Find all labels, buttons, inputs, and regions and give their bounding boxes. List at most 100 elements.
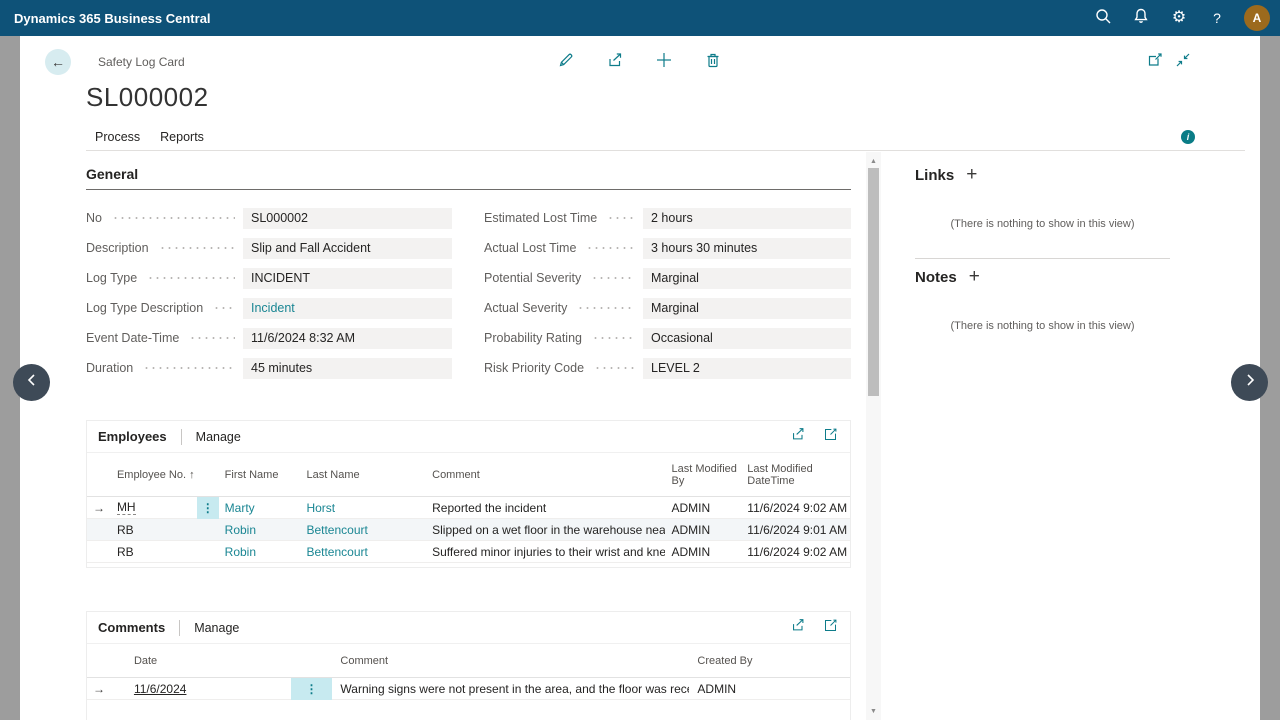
row-menu-button[interactable]: ⋮ [291, 678, 333, 700]
field-label: Estimated Lost Time [484, 211, 597, 225]
tab-process[interactable]: Process [95, 130, 140, 144]
employees-table-header: Employee No. ↑ First Name Last Name Comm… [87, 453, 850, 497]
search-icon [1094, 7, 1112, 30]
share-icon [790, 617, 806, 638]
field-value-actual-severity[interactable]: Marginal [643, 298, 851, 319]
column-first-name[interactable]: First Name [219, 469, 301, 481]
previous-record-button[interactable] [13, 364, 50, 401]
trash-icon [704, 51, 722, 74]
divider [181, 429, 182, 445]
comments-part-title[interactable]: Comments [87, 620, 165, 635]
comments-part-header: Comments Manage [87, 612, 850, 644]
search-button[interactable] [1084, 0, 1122, 36]
field-event-date-time: Event Date-Time 11/6/2024 8:32 AM [86, 327, 452, 349]
notes-title: Notes [915, 269, 957, 286]
first-name-cell[interactable]: Marty [219, 501, 301, 515]
field-value-log-type[interactable]: INCIDENT [243, 268, 452, 289]
new-button[interactable] [654, 52, 674, 72]
comment-row-selected[interactable]: → 11/6/2024 ⋮ Warning signs were not pre… [87, 678, 850, 700]
user-avatar[interactable]: A [1244, 5, 1270, 31]
field-value-no[interactable]: SL000002 [243, 208, 452, 229]
topbar-actions: ⚙ ? A [1084, 0, 1280, 36]
next-record-button[interactable] [1231, 364, 1268, 401]
employees-part: Employees Manage Employee No. ↑ [86, 420, 851, 568]
column-last-name[interactable]: Last Name [300, 469, 426, 481]
tab-reports[interactable]: Reports [160, 130, 204, 144]
comment-cell[interactable]: Reported the incident [426, 501, 665, 515]
edit-button[interactable] [556, 52, 576, 72]
field-value-potential-severity[interactable]: Marginal [643, 268, 851, 289]
settings-button[interactable]: ⚙ [1160, 0, 1198, 36]
employees-part-title[interactable]: Employees [87, 429, 167, 444]
comment-cell[interactable]: Suffered minor injuries to their wrist a… [426, 545, 665, 559]
add-link-button[interactable]: + [966, 166, 977, 184]
comments-manage-menu[interactable]: Manage [194, 621, 239, 635]
comments-openpart-button[interactable] [822, 620, 838, 636]
field-value-probability-rating[interactable]: Occasional [643, 328, 851, 349]
row-menu-button[interactable]: ⋮ [197, 497, 219, 519]
collapse-arrows-icon [1174, 51, 1192, 74]
field-value-estimated-lost-time[interactable]: 2 hours [643, 208, 851, 229]
notes-empty-message: (There is nothing to show in this view) [915, 320, 1170, 332]
field-label: No [86, 211, 102, 225]
employees-share-button[interactable] [790, 429, 806, 445]
employees-manage-menu[interactable]: Manage [196, 430, 241, 444]
field-label: Probability Rating [484, 331, 582, 345]
first-name-cell[interactable]: Robin [219, 523, 301, 537]
plus-icon [655, 51, 673, 74]
field-value-duration[interactable]: 45 minutes [243, 358, 452, 379]
chevron-right-icon [1241, 371, 1259, 394]
scroll-up-arrow-icon[interactable]: ▲ [866, 154, 881, 168]
last-name-cell[interactable]: Bettencourt [300, 523, 426, 537]
column-comment[interactable]: Comment [332, 655, 689, 667]
add-note-button[interactable]: + [969, 268, 980, 286]
notifications-button[interactable] [1122, 0, 1160, 36]
pencil-icon [557, 51, 575, 74]
scrollbar-thumb[interactable] [868, 168, 879, 396]
employee-row-selected[interactable]: → MH ⋮ Marty Horst Reported the incident… [87, 497, 850, 519]
divider [179, 620, 180, 636]
share-button[interactable] [605, 52, 625, 72]
column-last-modified-by[interactable]: Last Modified By [665, 463, 741, 487]
field-value-actual-lost-time[interactable]: 3 hours 30 minutes [643, 238, 851, 259]
comment-cell[interactable]: Slipped on a wet floor in the warehouse … [426, 523, 665, 537]
employee-no-link[interactable]: MH [117, 501, 136, 515]
share-icon [606, 51, 624, 74]
comments-share-button[interactable] [790, 620, 806, 636]
field-probability-rating: Probability Rating Occasional [484, 327, 851, 349]
employee-no-cell[interactable]: RB [111, 523, 197, 537]
last-name-cell[interactable]: Horst [300, 501, 426, 515]
modified-by-cell: ADMIN [665, 501, 741, 515]
dotted-leader [592, 331, 635, 345]
back-button[interactable]: ← [45, 49, 71, 75]
column-created-by[interactable]: Created By [689, 655, 850, 667]
open-in-new-window-button[interactable] [1145, 52, 1165, 72]
vertical-scrollbar[interactable]: ▲ ▼ [866, 152, 881, 720]
field-value-risk-priority-code[interactable]: LEVEL 2 [643, 358, 851, 379]
field-value-log-type-description-link[interactable]: Incident [243, 298, 452, 319]
delete-button[interactable] [703, 52, 723, 72]
dotted-leader [591, 271, 635, 285]
field-value-event-date-time[interactable]: 11/6/2024 8:32 AM [243, 328, 452, 349]
help-button[interactable]: ? [1198, 0, 1236, 36]
last-name-cell[interactable]: Bettencourt [300, 545, 426, 559]
column-last-modified-datetime[interactable]: Last Modified DateTime [741, 463, 850, 487]
employee-row[interactable]: RB Robin Bettencourt Suffered minor inju… [87, 541, 850, 563]
field-label: Actual Lost Time [484, 241, 576, 255]
employees-openpart-button[interactable] [822, 429, 838, 445]
employees-part-icons [790, 429, 850, 445]
scroll-down-arrow-icon[interactable]: ▼ [866, 704, 881, 718]
collapse-button[interactable] [1173, 52, 1193, 72]
first-name-cell[interactable]: Robin [219, 545, 301, 559]
employee-row[interactable]: RB Robin Bettencourt Slipped on a wet fl… [87, 519, 850, 541]
column-comment[interactable]: Comment [426, 469, 665, 481]
field-risk-priority-code: Risk Priority Code LEVEL 2 [484, 357, 851, 379]
employee-no-cell[interactable]: RB [111, 545, 197, 559]
info-icon[interactable]: i [1181, 130, 1195, 144]
column-date[interactable]: Date [111, 655, 291, 667]
field-value-description[interactable]: Slip and Fall Accident [243, 238, 452, 259]
comment-date-link[interactable]: 11/6/2024 [134, 682, 187, 696]
open-part-icon [823, 427, 838, 447]
column-employee-no[interactable]: Employee No. ↑ [111, 469, 197, 481]
comment-text-cell[interactable]: Warning signs were not present in the ar… [332, 682, 689, 696]
